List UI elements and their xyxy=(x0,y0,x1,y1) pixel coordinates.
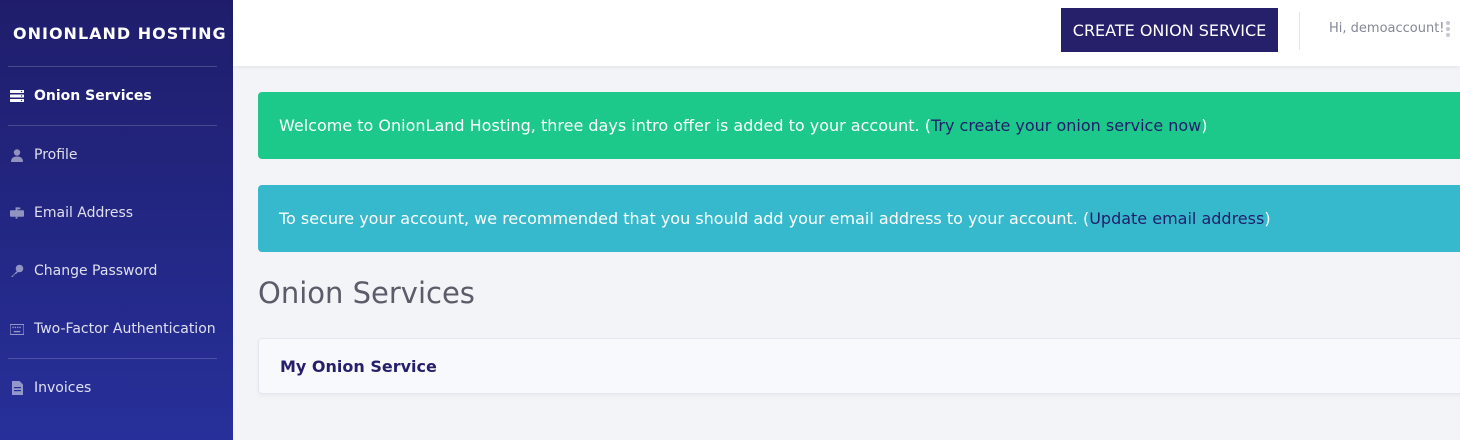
keyboard-icon xyxy=(10,322,24,336)
sidebar-item-email-address[interactable]: Email Address xyxy=(0,184,233,242)
file-invoice-icon xyxy=(10,381,24,395)
user-greeting[interactable]: Hi, demoaccount! xyxy=(1329,21,1445,36)
welcome-alert: Welcome to OnionLand Hosting, three days… xyxy=(258,92,1460,159)
welcome-alert-suffix: ) xyxy=(1201,116,1208,135)
create-service-link[interactable]: Try create your onion service now xyxy=(931,116,1201,135)
update-email-link[interactable]: Update email address xyxy=(1089,209,1264,228)
brand-logo[interactable]: ONIONLAND HOSTING xyxy=(0,0,233,66)
page-title: Onion Services xyxy=(258,276,475,310)
card-title: My Onion Service xyxy=(280,356,437,376)
key-icon xyxy=(10,264,24,278)
onion-service-card: My Onion Service xyxy=(258,338,1460,394)
security-alert-text: To secure your account, we recommended t… xyxy=(279,209,1090,228)
sidebar-item-label: Invoices xyxy=(34,380,92,396)
create-onion-service-button[interactable]: CREATE ONION SERVICE xyxy=(1061,8,1278,52)
security-alert-suffix: ) xyxy=(1264,209,1271,228)
sidebar-item-label: Profile xyxy=(34,147,78,163)
sidebar-item-label: Two-Factor Authentication xyxy=(34,321,216,337)
more-options-icon[interactable] xyxy=(1446,21,1450,37)
sidebar-item-profile[interactable]: Profile xyxy=(0,126,233,184)
sidebar-item-label: Onion Services xyxy=(34,88,152,104)
sidebar-item-label: Email Address xyxy=(34,205,134,221)
welcome-alert-text: Welcome to OnionLand Hosting, three days… xyxy=(279,116,931,135)
sidebar: ONIONLAND HOSTING Onion Services Profile… xyxy=(0,0,233,440)
sidebar-item-label: Change Password xyxy=(34,263,158,279)
security-alert: To secure your account, we recommended t… xyxy=(258,185,1460,252)
sidebar-item-two-factor[interactable]: Two-Factor Authentication xyxy=(0,300,233,358)
topbar: CREATE ONION SERVICE Hi, demoaccount! xyxy=(233,0,1460,66)
topbar-divider xyxy=(1299,12,1300,50)
sidebar-item-change-password[interactable]: Change Password xyxy=(0,242,233,300)
server-icon xyxy=(10,89,24,103)
mailbox-icon xyxy=(10,206,24,220)
user-icon xyxy=(10,148,24,162)
sidebar-item-onion-services[interactable]: Onion Services xyxy=(0,67,233,125)
sidebar-item-invoices[interactable]: Invoices xyxy=(0,359,233,417)
